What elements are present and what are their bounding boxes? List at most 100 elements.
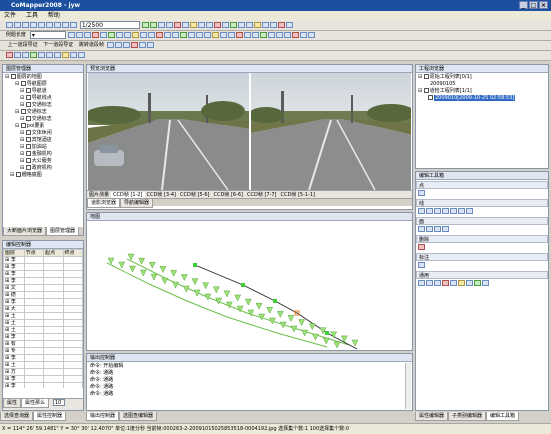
- layer-checkbox[interactable]: [25, 116, 31, 121]
- tool-icon-3[interactable]: [277, 22, 285, 28]
- tab-edit-toolbox[interactable]: 编辑工具箱: [486, 412, 520, 421]
- identify-icon[interactable]: [181, 22, 189, 28]
- layer-icon[interactable]: [205, 22, 213, 28]
- table-row[interactable]: ⊞ 李: [3, 270, 83, 278]
- line-tool-icon-6[interactable]: [458, 208, 465, 214]
- col-node[interactable]: 节点: [23, 249, 45, 257]
- frame-icon[interactable]: [245, 22, 253, 28]
- layer-checkbox[interactable]: [25, 165, 31, 170]
- table-row[interactable]: ⊞ 李: [3, 333, 83, 341]
- next-frame-button[interactable]: 下一道段导证: [41, 41, 75, 50]
- layer-checkbox[interactable]: [20, 123, 26, 128]
- table-row[interactable]: ⊞ 专: [3, 347, 83, 355]
- section-area[interactable]: 面: [416, 217, 548, 225]
- layer-checkbox[interactable]: [25, 144, 31, 149]
- layer-checkbox[interactable]: [25, 88, 31, 93]
- measure-icon[interactable]: [189, 22, 197, 28]
- table-row[interactable]: ⊞ 土: [3, 326, 83, 334]
- edit-icon-10[interactable]: [139, 32, 147, 38]
- jump-frame-button[interactable]: 跳转道段帧: [77, 41, 106, 50]
- edit-icon-3[interactable]: [83, 32, 91, 38]
- nav-icon-2[interactable]: [115, 42, 123, 48]
- project-node-checkbox[interactable]: [423, 88, 429, 93]
- edit-icon-16[interactable]: [187, 32, 195, 38]
- redo-icon[interactable]: [69, 22, 77, 28]
- delete-icon[interactable]: [213, 22, 221, 28]
- general-tool-icon[interactable]: [418, 280, 425, 286]
- select-icon[interactable]: [173, 22, 181, 28]
- layer-item[interactable]: ⊟ 交通标志: [5, 109, 81, 116]
- edit-icon-11[interactable]: [147, 32, 155, 38]
- edit-icon-24[interactable]: [251, 32, 259, 38]
- layer-item[interactable]: ⊟ 交通标志: [5, 116, 81, 123]
- table-row[interactable]: ⊞ 李: [3, 277, 83, 285]
- cam-tab[interactable]: 图片测量: [87, 192, 111, 198]
- prev-frame-button[interactable]: 上一道段导证: [6, 41, 40, 50]
- cam-tab[interactable]: CCD帧 [6-6]: [212, 192, 246, 198]
- layer-item[interactable]: ⊟ 交通标志: [5, 102, 81, 109]
- edit-icon-12[interactable]: [155, 32, 163, 38]
- general-tool-icon-4[interactable]: [442, 280, 449, 286]
- draw-icon-7[interactable]: [53, 52, 61, 58]
- draw-icon-6[interactable]: [45, 52, 53, 58]
- layer-checkbox[interactable]: [20, 109, 26, 114]
- section-label[interactable]: 标注: [416, 253, 548, 261]
- general-tool-icon-6[interactable]: [458, 280, 465, 286]
- tool-icon[interactable]: [261, 22, 269, 28]
- table-row[interactable]: ⊞ 李: [3, 263, 83, 271]
- label-tool-icon[interactable]: [418, 262, 425, 268]
- layer-checkbox[interactable]: [20, 81, 26, 86]
- layer-item[interactable]: ⊟ poi要素: [5, 123, 81, 130]
- layer-checkbox[interactable]: [25, 158, 31, 163]
- tab-subclass-editor[interactable]: 子类别编辑器: [448, 412, 487, 421]
- tab-output-controller[interactable]: 输出控制器: [86, 412, 120, 421]
- project-item[interactable]: 20090105: [418, 81, 546, 88]
- layer-root-checkbox[interactable]: [10, 74, 16, 79]
- general-tool-icon-5[interactable]: [450, 280, 457, 286]
- cam-tab[interactable]: CCD帧 [7-7]: [245, 192, 279, 198]
- tab-attr-editor[interactable]: 属性编辑器: [415, 412, 449, 421]
- draw-icon-2[interactable]: [13, 52, 21, 58]
- edit-icon-31[interactable]: [307, 32, 315, 38]
- vertex-node[interactable]: [193, 263, 197, 267]
- layer-item[interactable]: ⊟ 加油站: [5, 144, 81, 151]
- tab-map-editor[interactable]: 选图查编辑器: [119, 412, 158, 421]
- tab-layer-manager[interactable]: 图层管理器: [46, 227, 80, 236]
- layer-checkbox[interactable]: [25, 151, 31, 156]
- tab-select-query[interactable]: 选择查询器: [0, 412, 34, 421]
- vertex-node[interactable]: [241, 283, 245, 287]
- tool-icon-4[interactable]: [285, 22, 293, 28]
- edit-icon-15[interactable]: [179, 32, 187, 38]
- layer-checkbox[interactable]: [15, 172, 21, 177]
- maximize-button[interactable]: □: [529, 1, 538, 9]
- close-button[interactable]: ×: [539, 1, 548, 9]
- new-icon[interactable]: [5, 22, 13, 28]
- tab-attr-2[interactable]: 属性那么: [21, 399, 50, 408]
- table-row[interactable]: ⊞ 土: [3, 361, 83, 369]
- layer-item[interactable]: ⊟ 宾馆酒店: [5, 137, 81, 144]
- menu-file[interactable]: 文件: [0, 11, 20, 21]
- table-row[interactable]: ⊞ 李: [3, 375, 83, 383]
- nav-icon[interactable]: [107, 42, 115, 48]
- menu-help[interactable]: 帮助: [44, 11, 64, 21]
- section-line[interactable]: 线: [416, 199, 548, 207]
- table-row[interactable]: ⊞ 大: [3, 305, 83, 313]
- open-icon[interactable]: [13, 22, 21, 28]
- draw-icon-5[interactable]: [37, 52, 45, 58]
- layer-item[interactable]: ⊟ 栅格底图: [5, 172, 81, 179]
- project-node[interactable]: ⊟ 道检工程列表[1/1]: [418, 88, 546, 95]
- col-start[interactable]: 起点: [43, 249, 64, 257]
- line-tool-icon-4[interactable]: [442, 208, 449, 214]
- nav-icon-4[interactable]: [131, 42, 139, 48]
- edit-icon-7[interactable]: [115, 32, 123, 38]
- draw-icon[interactable]: [5, 52, 13, 58]
- general-tool-icon-9[interactable]: [482, 280, 489, 286]
- edit-icon-22[interactable]: [235, 32, 243, 38]
- draw-icon-10[interactable]: [77, 52, 85, 58]
- nav-icon-6[interactable]: [147, 42, 155, 48]
- save-icon[interactable]: [21, 22, 29, 28]
- tab-attr[interactable]: 属性: [3, 399, 22, 408]
- edit-icon-28[interactable]: [283, 32, 291, 38]
- edit-icon-20[interactable]: [219, 32, 227, 38]
- edit-icon-18[interactable]: [203, 32, 211, 38]
